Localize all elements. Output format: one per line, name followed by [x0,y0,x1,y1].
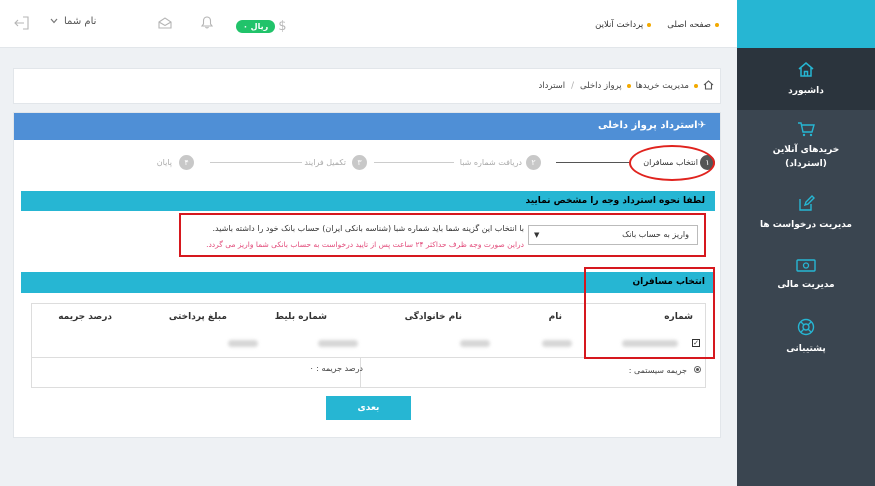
logout-icon[interactable] [14,16,29,33]
sidebar-item-sublabel: (استرداد) [785,159,827,169]
username-label: نام شما [64,16,97,27]
breadcrumb: مدیریت خریدها پرواز داخلی / استرداد [13,68,721,104]
step-2-circle: ۲ [526,155,541,170]
refund-method-header: لطفا نحوه استرداد وجه را مشخص نمایید [21,191,715,211]
wallet-balance[interactable]: ریال ۰ $ [236,19,287,34]
sidebar-item-label: مدیریت درخواست ها [760,219,852,230]
cart-icon [797,121,815,137]
user-menu[interactable]: نام شما [50,16,96,27]
sidebar-item-dashboard[interactable]: داشبورد [737,48,875,110]
blurred-value [542,340,572,347]
nav-home-link[interactable]: صفحه اصلی [667,20,719,30]
top-nav: صفحه اصلی پرداخت آنلاین [595,20,719,30]
step-3-circle: ۳ [352,155,367,170]
money-icon [796,258,816,272]
col-paid-amount: مبلغ پرداختی [168,312,227,322]
caret-down-icon: ▼ [534,231,540,239]
step-4-label: پایان [156,158,172,167]
step-line [556,162,631,163]
sidebar-item-label: خریدهای آنلاین [772,145,840,155]
sidebar-item-label: داشبورد [788,85,824,96]
refund-method-select[interactable]: واریز به حساب بانک ▼ [528,225,698,245]
col-last-name: نام خانوادگی [404,312,462,322]
sidebar: داشبورد خریدهای آنلاین (استرداد) مدیریت … [737,0,875,486]
refund-note: با انتخاب این گزینه شما باید شماره شبا (… [212,224,524,233]
step-2-label: دریافت شماره شبا [459,158,522,167]
highlight-rectangle [584,267,715,359]
plane-icon: ✈ [697,120,706,131]
home-icon [797,61,815,78]
mail-icon[interactable] [158,17,172,32]
home-icon[interactable] [703,79,714,93]
chevron-down-icon [50,16,58,27]
sidebar-item-label: مدیریت مالی [777,280,835,290]
step-line [374,162,454,163]
dollar-icon: $ [278,19,287,34]
penalty-percent-text: درصد جریمه : ۰ [309,364,363,373]
rial-balance-badge: ریال ۰ [236,20,276,33]
sidebar-item-online-purchases[interactable]: خریدهای آنلاین (استرداد) [737,110,875,182]
sidebar-header [737,0,875,48]
edit-icon [798,194,815,212]
nav-online-payment-link[interactable]: پرداخت آنلاین [595,20,652,30]
col-ticket-number: شماره بلیط [274,312,327,322]
refund-panel: ✈استرداد پرواز داخلی ۱ انتخاب مسافران ۲ … [13,112,721,438]
col-penalty-percent: درصد جریمه [58,312,112,322]
next-button[interactable]: بعدی [326,396,411,420]
sidebar-item-support[interactable]: پشتیبانی [737,306,875,368]
sidebar-item-label: پشتیبانی [786,344,826,354]
highlight-ellipse [629,145,715,181]
panel-title: ✈استرداد پرواز داخلی [14,113,720,140]
col-first-name: نام [548,312,562,322]
system-penalty-label: جریمه سیستمی : [628,366,687,375]
step-progress: ۱ انتخاب مسافران ۲ دریافت شماره شبا ۳ تک… [14,155,722,175]
breadcrumb-item[interactable]: مدیریت خریدها [636,81,689,91]
blurred-value [460,340,490,347]
step-4-circle: ۴ [179,155,194,170]
sidebar-item-financial-management[interactable]: مدیریت مالی [737,244,875,306]
system-penalty-radio[interactable] [694,366,701,373]
bell-icon[interactable] [200,16,214,32]
support-icon [797,318,815,336]
column-divider [360,358,361,388]
blurred-value [228,340,258,347]
top-bar: صفحه اصلی پرداخت آنلاین ریال ۰ $ نام شما [0,0,737,48]
breadcrumb-item: استرداد [538,81,566,91]
sidebar-item-request-management[interactable]: مدیریت درخواست ها [737,182,875,244]
blurred-value [318,340,358,347]
breadcrumb-item[interactable]: پرواز داخلی [580,81,622,91]
step-line [210,162,302,163]
refund-warning: دراین صورت وجه ظرف حداکثر ۲۴ ساعت پس از … [206,240,524,249]
refund-method-box: واریز به حساب بانک ▼ با انتخاب این گزینه… [179,213,706,257]
step-3-label: تکمیل فرایند [304,158,346,167]
